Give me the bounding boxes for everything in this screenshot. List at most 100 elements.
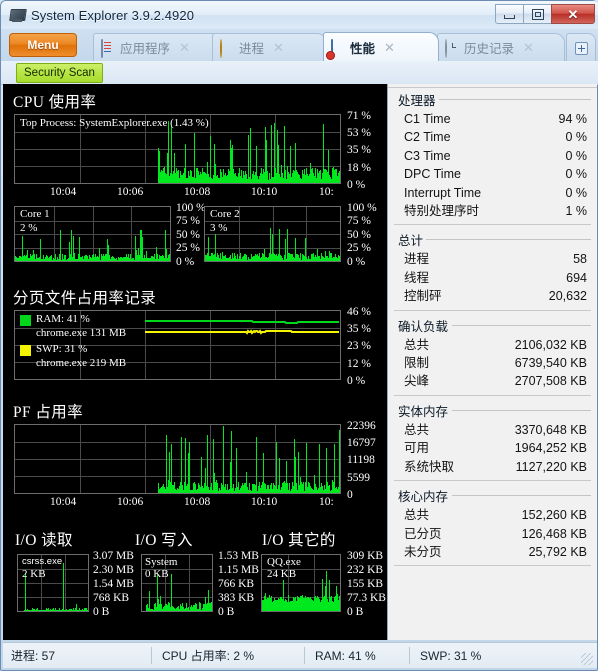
tab-processes[interactable]: 进程 ✕ [212,33,327,61]
maximize-button[interactable] [523,4,552,24]
status-divider [151,647,152,664]
stat-group-2: 确认负载 总共 2106,032 KB 限制 6739,540 KB 尖峰 2707,508… [394,314,591,391]
stat-row-key: C3 Time [404,148,451,163]
io-read-ytick-2: 1.54 MB [93,578,134,590]
cpu-ytick-2: 35 % [347,144,371,156]
stat-row: 总共 3370,648 KB [394,421,591,439]
pagefile-ytick-4: 0 % [347,375,366,387]
io-other-process: QQ.exe [267,556,301,568]
io-other-title: I/O 其它的 [262,532,336,549]
cpu-xtick-1: 10:06 [117,186,144,198]
stat-row: Interrupt Time 0 % [394,184,591,202]
pf-usage-chart[interactable] [14,424,341,494]
resize-grip[interactable] [581,653,593,665]
stat-row-value: 1 % [565,204,587,219]
stat-group-header-rule [452,409,591,411]
close-button[interactable]: ✕ [551,4,595,24]
close-icon: ✕ [567,6,579,22]
core1-label: Core 1 [20,208,50,220]
stat-row-value: 25,792 KB [528,544,587,559]
add-tab-button[interactable] [566,33,596,62]
tab-performance-close-icon[interactable]: ✕ [384,41,395,54]
stat-row: 总共 152,260 KB [394,506,591,524]
window-title: System Explorer 3.9.2.4920 [31,7,195,23]
toolbar: Security Scan [1,61,598,85]
minimize-icon [504,14,515,19]
io-other-ytick-2: 155 KB [347,578,384,590]
core1-ytick-3: 25 % [176,242,200,254]
stat-row-value: 0 % [565,185,587,200]
pagefile-legend-swatch-ram [20,315,31,326]
core2-ytick-3: 25 % [347,242,371,254]
stat-group-header-label: 确认负载 [398,319,449,334]
cpu-ytick-3: 18 % [347,162,371,174]
content-area: CPU 使用率 Top Process: SystemExplorer.exe … [3,84,597,640]
stat-row-value: 0 % [565,167,587,182]
core2-label: Core 2 [210,208,240,220]
pf-ytick-4: 0 [347,489,353,501]
stat-group-header: 核心内存 [394,484,591,506]
tab-applications[interactable]: 应用程序 ✕ [93,33,225,61]
status-divider [304,647,305,664]
stat-group-divider [394,394,591,396]
stat-row: 线程 694 [394,269,591,287]
stat-row: 未分页 25,792 KB [394,543,591,561]
tab-processes-label: 进程 [239,42,265,56]
gear-icon [220,39,235,58]
stat-group-header: 实体内存 [394,399,591,421]
pagefile-legend-ram: RAM: 41 % [36,313,90,325]
tab-history-close-icon[interactable]: ✕ [523,41,534,54]
io-write-ytick-3: 383 KB [218,592,255,604]
io-write-ytick-2: 766 KB [218,578,255,590]
status-processes: 进程: 57 [11,649,56,663]
tab-performance[interactable]: 性能 ✕ [323,32,439,61]
stat-group-divider [394,565,591,567]
stat-group-header-rule [452,495,591,497]
stat-group-header-label: 总计 [398,234,424,249]
menu-button[interactable]: Menu [9,33,77,57]
cpu-top-process-caption: Top Process: SystemExplorer.exe (1.43 %) [20,117,209,129]
pagefile-ytick-3: 12 % [347,358,371,370]
stat-group-divider [394,480,591,482]
stat-row-value: 0 % [565,148,587,163]
cpu-ytick-0: 71 % [347,110,371,122]
io-other-ytick-0: 309 KB [347,550,384,562]
stat-group-header: 总计 [394,228,591,250]
chart-plot [158,426,340,493]
stat-group-header: 确认负载 [394,314,591,336]
core1-ytick-2: 50 % [176,229,200,241]
security-scan-button[interactable]: Security Scan [16,63,103,83]
statistics-pane: 处理器 C1 Time 94 % C2 Time 0 % C3 Time 0 % DPC Ti… [387,84,597,640]
stat-row-key: 已分页 [404,526,442,541]
stat-row-value: 2106,032 KB [514,337,587,352]
stat-group-header-label: 核心内存 [398,490,449,505]
stat-row-value: 0 % [565,130,587,145]
core2-ytick-2: 50 % [347,229,371,241]
stat-row-key: DPC Time [404,167,461,182]
tab-processes-close-icon[interactable]: ✕ [273,41,284,54]
pagefile-legend-ram-sub: chrome.exe 131 MB [36,327,127,339]
tab-history[interactable]: 历史记录 ✕ [437,33,565,61]
io-other-ytick-3: 77.3 KB [347,592,386,604]
io-read-ytick-3: 768 KB [93,592,130,604]
stat-group-3: 实体内存 总共 3370,648 KB 可用 1964,252 KB 系统快取 1127,2… [394,399,591,476]
stat-row: 尖峰 2707,508 KB [394,372,591,390]
pf-ytick-0: 22396 [347,420,376,432]
pf-ytick-1: 16797 [347,437,376,449]
stat-group-4: 核心内存 总共 152,260 KB 已分页 126,468 KB 未分页 25,792 K… [394,484,591,561]
cpu-ytick-1: 53 % [347,127,371,139]
pf-xtick-3: 10:10 [251,496,278,508]
stat-group-divider [394,224,591,226]
stat-row-key: C1 Time [404,112,451,126]
minimize-button[interactable] [495,4,524,24]
stat-group-1: 总计 进程 58 线程 694 控制砰 20,632 [394,228,591,305]
tab-applications-close-icon[interactable]: ✕ [179,41,190,54]
stat-group-header-rule [426,239,591,241]
stat-group-header-rule [452,324,591,326]
window-controls: ✕ [495,4,595,24]
io-other-value: 24 KB [267,568,297,580]
status-divider [409,647,410,664]
cpu-section-title: CPU 使用率 [13,94,97,111]
pagefile-ytick-1: 35 % [347,323,371,335]
status-swp: SWP: 31 % [420,648,482,663]
